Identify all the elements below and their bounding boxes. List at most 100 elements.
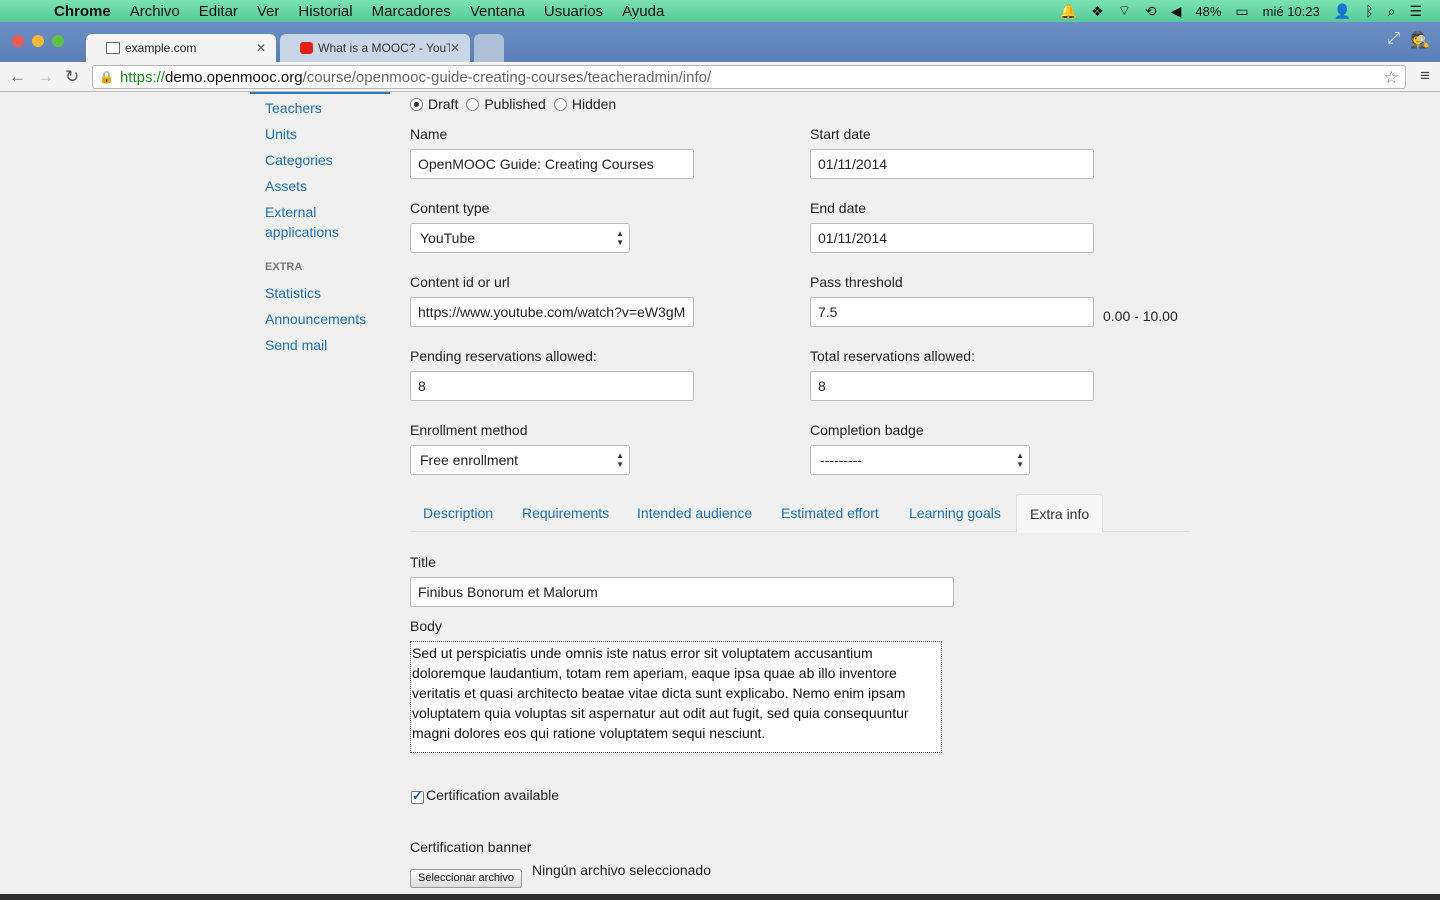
- sidebar-item-units[interactable]: Units: [265, 124, 297, 144]
- choose-file-button[interactable]: Seleccionar archivo: [410, 869, 522, 888]
- content-id-field[interactable]: https://www.youtube.com/watch?v=eW3gM: [410, 297, 694, 327]
- sidebar-item-external-applications[interactable]: External: [265, 202, 316, 222]
- extra-title-field[interactable]: Finibus Bonorum et Malorum: [410, 577, 954, 607]
- menu-editar[interactable]: Editar: [199, 3, 238, 20]
- tab-youtube[interactable]: What is a MOOC? - YouTu ✕: [280, 34, 470, 62]
- certification-checkbox[interactable]: [411, 788, 424, 804]
- name-field[interactable]: OpenMOOC Guide: Creating Courses: [410, 149, 694, 179]
- tab-description[interactable]: Description: [410, 494, 506, 532]
- status-icons: 🔔 ❖ ⌔ ⟲ ◀ 48% ▭ mié 10:23 👤 ᛒ ⌕ ☰: [1060, 0, 1422, 22]
- extra-body-label: Body: [410, 618, 442, 634]
- page-content: Teachers Units Categories Assets Externa…: [0, 92, 1440, 894]
- forward-icon[interactable]: →: [37, 67, 54, 87]
- menu-ayuda[interactable]: Ayuda: [622, 3, 664, 20]
- sidebar-item-external-applications-2[interactable]: applications: [265, 222, 339, 242]
- status-draft[interactable]: Draft: [410, 96, 458, 112]
- zoom-window-button[interactable]: [52, 35, 64, 47]
- certification-banner-label: Certification banner: [410, 839, 532, 855]
- sidebar-divider: [250, 92, 390, 94]
- menu-ventana[interactable]: Ventana: [470, 3, 525, 20]
- menu-app[interactable]: Chrome: [54, 3, 111, 20]
- address-bar[interactable]: 🔒 https:// demo.openmooc.org /course/ope…: [92, 65, 1406, 89]
- menu-archivo[interactable]: Archivo: [130, 3, 180, 20]
- extra-body-textarea[interactable]: Sed ut perspiciatis unde omnis iste natu…: [410, 641, 942, 753]
- status-hidden[interactable]: Hidden: [553, 96, 616, 112]
- select-arrows-icon: ▲ ▼: [1016, 451, 1024, 469]
- dropbox-icon[interactable]: ❖: [1091, 3, 1104, 20]
- browser-tabstrip: example.com ✕ What is a MOOC? - YouTu ✕ …: [0, 22, 1440, 62]
- name-label: Name: [410, 126, 448, 142]
- tab-requirements[interactable]: Requirements: [509, 494, 622, 532]
- clock[interactable]: mié 10:23: [1263, 4, 1320, 19]
- content-id-label: Content id or url: [410, 274, 510, 290]
- sidebar-item-announcements[interactable]: Announcements: [265, 309, 366, 329]
- sidebar-item-send-mail[interactable]: Send mail: [265, 335, 327, 355]
- close-window-button[interactable]: [12, 35, 24, 47]
- menu-ver[interactable]: Ver: [257, 3, 280, 20]
- radio-draft[interactable]: [410, 97, 423, 111]
- certification-label[interactable]: Certification available: [426, 787, 559, 803]
- content-type-label: Content type: [410, 200, 490, 216]
- end-date-label: End date: [810, 200, 867, 216]
- youtube-icon: [300, 42, 314, 54]
- radio-hidden[interactable]: [553, 97, 567, 111]
- extra-title-label: Title: [410, 554, 436, 570]
- user-icon[interactable]: 👤: [1334, 3, 1351, 20]
- volume-icon[interactable]: ◀: [1171, 3, 1182, 20]
- tab-learning-goals[interactable]: Learning goals: [896, 494, 1014, 532]
- list-icon[interactable]: ☰: [1409, 3, 1422, 20]
- menu-marcadores[interactable]: Marcadores: [372, 3, 451, 20]
- menu-usuarios[interactable]: Usuarios: [544, 3, 603, 20]
- reload-icon[interactable]: ↻: [65, 67, 79, 87]
- time-machine-icon[interactable]: ⟲: [1145, 3, 1157, 20]
- enrollment-method-label: Enrollment method: [410, 422, 528, 438]
- enrollment-method-select[interactable]: Free enrollment ▲ ▼: [410, 445, 630, 475]
- browser-menu-icon[interactable]: ≡: [1420, 66, 1430, 86]
- pass-threshold-field[interactable]: 7.5: [810, 297, 1094, 327]
- sidebar-item-teachers[interactable]: Teachers: [265, 98, 322, 118]
- radio-published[interactable]: [466, 97, 480, 111]
- select-arrows-icon: ▲ ▼: [616, 229, 624, 247]
- page-icon: [106, 42, 120, 54]
- completion-badge-select[interactable]: --------- ▲ ▼: [810, 445, 1030, 475]
- total-reservations-label: Total reservations allowed:: [810, 348, 975, 364]
- sidebar-item-assets[interactable]: Assets: [265, 176, 307, 196]
- new-tab-button[interactable]: [474, 34, 504, 62]
- tab-estimated-effort[interactable]: Estimated effort: [768, 494, 892, 532]
- back-icon[interactable]: ←: [9, 67, 26, 87]
- completion-badge-label: Completion badge: [810, 422, 924, 438]
- minimize-window-button[interactable]: [32, 35, 44, 47]
- total-reservations-field[interactable]: 8: [810, 371, 1094, 401]
- content-type-select[interactable]: YouTube ▲ ▼: [410, 223, 630, 253]
- sidebar-item-categories[interactable]: Categories: [265, 150, 333, 170]
- menu-historial[interactable]: Historial: [298, 3, 352, 20]
- close-tab-icon[interactable]: ✕: [450, 41, 460, 55]
- select-arrows-icon: ▲ ▼: [616, 451, 624, 469]
- bookmark-star-icon[interactable]: ☆: [1384, 68, 1399, 88]
- fullscreen-icon[interactable]: ⤢: [1387, 30, 1400, 50]
- end-date-field[interactable]: 01/11/2014: [810, 223, 1094, 253]
- spotlight-icon[interactable]: ⌕: [1388, 3, 1396, 20]
- bluetooth-icon[interactable]: ᛒ: [1365, 3, 1373, 19]
- mac-menubar: Chrome Archivo Editar Ver Historial Marc…: [0, 0, 1440, 22]
- tab-extra-info[interactable]: Extra info: [1016, 494, 1104, 533]
- file-status: Ningún archivo seleccionado: [532, 862, 711, 878]
- battery-icon[interactable]: ▭: [1235, 3, 1248, 20]
- sidebar-extra-header: EXTRA: [265, 261, 303, 273]
- tab-example[interactable]: example.com ✕: [86, 34, 276, 62]
- status-published[interactable]: Published: [466, 96, 546, 112]
- bell-icon[interactable]: 🔔: [1060, 3, 1077, 20]
- window-bottom-edge: [0, 894, 1440, 900]
- start-date-label: Start date: [810, 126, 871, 142]
- tab-title: What is a MOOC? - YouTu: [318, 41, 450, 55]
- battery-level[interactable]: 48%: [1195, 4, 1221, 19]
- tab-intended-audience[interactable]: Intended audience: [624, 494, 765, 532]
- window-extra-icons: ⤢ 🕵: [1387, 30, 1430, 50]
- wifi-icon[interactable]: ⌔: [1118, 2, 1131, 20]
- sidebar-item-statistics[interactable]: Statistics: [265, 283, 321, 303]
- content-tabs: Description Requirements Intended audien…: [410, 494, 1190, 533]
- start-date-field[interactable]: 01/11/2014: [810, 149, 1094, 179]
- pending-reservations-field[interactable]: 8: [410, 371, 694, 401]
- close-tab-icon[interactable]: ✕: [256, 41, 266, 55]
- url-scheme: https://: [119, 68, 165, 86]
